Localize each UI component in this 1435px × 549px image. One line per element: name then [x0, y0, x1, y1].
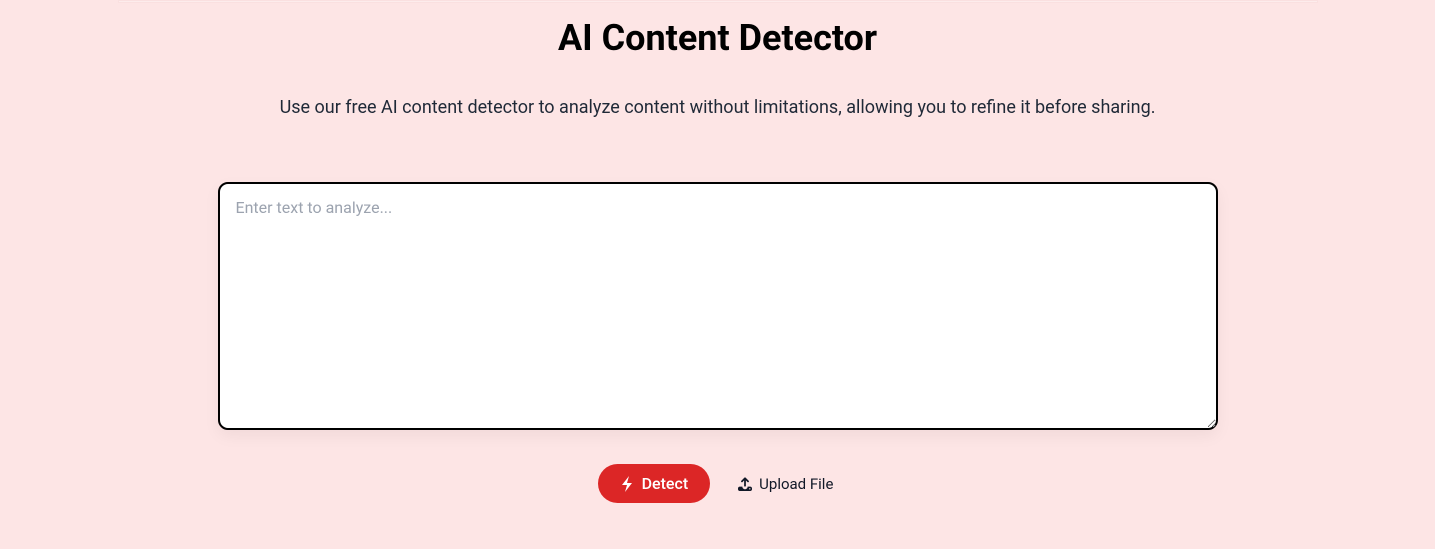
lightning-icon	[620, 476, 634, 492]
analyze-text-input[interactable]	[218, 182, 1218, 430]
main-container: AI Content Detector Use our free AI cont…	[0, 3, 1435, 503]
detect-button-label: Detect	[642, 474, 689, 493]
page-title: AI Content Detector	[558, 17, 877, 59]
top-border-decoration	[118, 0, 1318, 3]
textarea-wrapper	[218, 182, 1218, 434]
upload-file-button[interactable]: Upload File	[734, 467, 837, 501]
upload-button-label: Upload File	[759, 475, 833, 493]
action-bar: Detect Upload File	[598, 464, 838, 503]
page-subtitle: Use our free AI content detector to anal…	[280, 97, 1156, 118]
upload-icon	[738, 477, 752, 491]
detect-button[interactable]: Detect	[598, 464, 711, 503]
